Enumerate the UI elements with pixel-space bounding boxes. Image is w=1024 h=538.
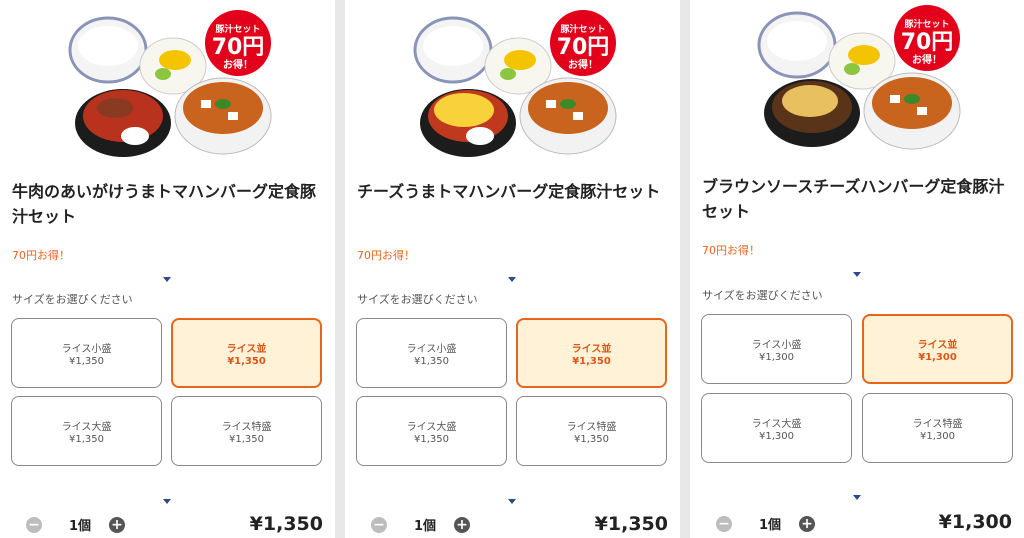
option-price: ¥1,350: [227, 355, 266, 367]
option-price: ¥1,350: [414, 433, 449, 445]
option-label: ライス小盛: [61, 343, 112, 355]
size-option-small[interactable]: ライス小盛 ¥1,350: [356, 318, 507, 388]
chevron-down-icon: [853, 495, 861, 500]
quantity-value: 1個: [759, 518, 782, 533]
chevron-down-icon: [163, 499, 171, 504]
option-price: ¥1,350: [574, 433, 609, 445]
size-prompt: サイズをお選びください: [12, 293, 133, 306]
chevron-down-icon: [853, 272, 861, 277]
plus-icon[interactable]: +: [799, 515, 816, 532]
size-option-large[interactable]: ライス大盛 ¥1,350: [11, 396, 162, 466]
badge-top: 豚汁セット: [904, 18, 949, 30]
plus-icon[interactable]: +: [454, 516, 471, 533]
plus-icon[interactable]: +: [109, 516, 126, 533]
promo-text: 70円お得！: [12, 249, 70, 262]
size-option-small[interactable]: ライス小盛 ¥1,300: [701, 314, 852, 384]
option-price: ¥1,350: [69, 433, 104, 445]
option-label: ライス小盛: [751, 339, 802, 351]
quantity-stepper: − 1個 +: [371, 515, 471, 534]
badge-top: 豚汁セット: [560, 23, 605, 35]
quantity-stepper: − 1個 +: [26, 515, 126, 534]
option-price: ¥1,350: [572, 355, 611, 367]
chevron-down-icon: [163, 277, 171, 282]
option-price: ¥1,300: [918, 351, 957, 363]
total-price: ¥1,350: [249, 513, 323, 535]
badge-top: 豚汁セット: [215, 23, 260, 35]
size-prompt: サイズをお選びください: [357, 293, 478, 306]
menu-item-panel: 豚汁セット 70円 お得！ ブラウンソースチーズハンバーグ定食豚汁セット 70円…: [690, 0, 1024, 538]
option-label: ライス特盛: [566, 421, 617, 433]
meal-photo: 豚汁セット 70円 お得！: [68, 10, 271, 157]
option-label: ライス並: [917, 339, 958, 351]
size-option-extra-large[interactable]: ライス特盛 ¥1,300: [862, 393, 1013, 463]
option-price: ¥1,350: [69, 355, 104, 367]
badge-bottom: お得！: [912, 53, 942, 66]
badge-value: 70円: [211, 35, 264, 60]
product-title: ブラウンソースチーズハンバーグ定食豚汁セット: [702, 177, 1005, 221]
size-option-small[interactable]: ライス小盛 ¥1,350: [11, 318, 162, 388]
option-price: ¥1,300: [759, 351, 794, 363]
option-label: ライス小盛: [406, 343, 457, 355]
minus-icon[interactable]: −: [371, 516, 387, 533]
size-prompt: サイズをお選びください: [702, 289, 823, 302]
meal-photo: 豚汁セット 70円 お得！: [757, 5, 961, 150]
option-label: ライス並: [226, 343, 267, 355]
option-price: ¥1,350: [229, 433, 264, 445]
size-option-regular[interactable]: ライス並 ¥1,350: [171, 318, 322, 388]
size-option-large[interactable]: ライス大盛 ¥1,300: [701, 393, 852, 463]
badge-bottom: お得！: [568, 58, 598, 71]
option-price: ¥1,300: [759, 430, 794, 442]
chevron-down-icon: [508, 499, 516, 504]
menu-item-panel: 豚汁セット 70円 お得！ チーズうまトマハンバーグ定食豚汁セット 70円お得！…: [345, 0, 680, 538]
option-price: ¥1,350: [414, 355, 449, 367]
option-label: ライス並: [571, 343, 612, 355]
menu-item-panel: 豚汁セット 70円 お得！ 牛肉のあいがけうまトマハンバーグ定食豚汁セット 70…: [0, 0, 335, 538]
badge-value: 70円: [556, 35, 609, 60]
size-option-regular[interactable]: ライス並 ¥1,350: [516, 318, 667, 388]
size-option-extra-large[interactable]: ライス特盛 ¥1,350: [171, 396, 322, 466]
size-option-extra-large[interactable]: ライス特盛 ¥1,350: [516, 396, 667, 466]
size-option-regular[interactable]: ライス並 ¥1,300: [862, 314, 1013, 384]
option-label: ライス特盛: [912, 418, 963, 430]
option-label: ライス大盛: [61, 421, 112, 433]
option-label: ライス大盛: [406, 421, 457, 433]
total-price: ¥1,350: [594, 513, 668, 535]
badge-bottom: お得！: [223, 58, 253, 71]
option-label: ライス大盛: [751, 418, 802, 430]
minus-icon[interactable]: −: [26, 516, 42, 533]
chevron-down-icon: [508, 277, 516, 282]
badge-value: 70円: [901, 30, 954, 55]
product-title: チーズうまトマハンバーグ定食豚汁セット: [357, 182, 661, 201]
option-price: ¥1,300: [920, 430, 955, 442]
quantity-value: 1個: [69, 519, 92, 534]
quantity-stepper: − 1個 +: [716, 514, 816, 533]
option-label: ライス特盛: [221, 421, 272, 433]
minus-icon[interactable]: −: [716, 515, 732, 532]
promo-text: 70円お得！: [357, 249, 415, 262]
size-option-large[interactable]: ライス大盛 ¥1,350: [356, 396, 507, 466]
meal-photo: 豚汁セット 70円 お得！: [413, 10, 616, 157]
product-title: 牛肉のあいがけうまトマハンバーグ定食豚汁セット: [12, 182, 317, 226]
quantity-value: 1個: [414, 519, 437, 534]
promo-text: 70円お得！: [702, 244, 760, 257]
total-price: ¥1,300: [938, 511, 1012, 533]
